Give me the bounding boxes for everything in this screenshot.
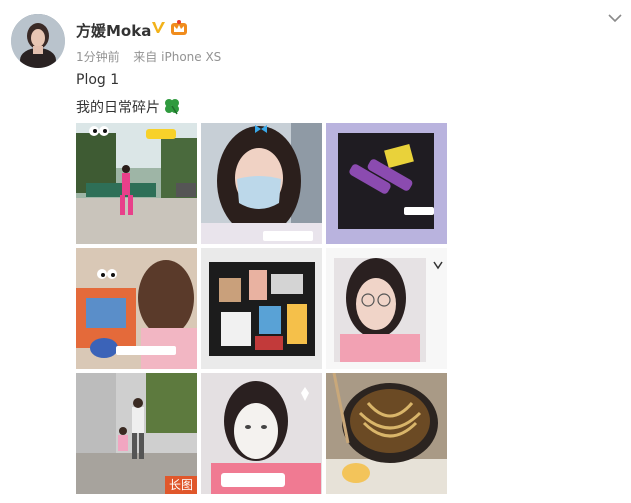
photo-8[interactable] <box>201 373 322 494</box>
source-prefix: 来自 <box>133 50 158 64</box>
four-leaf-clover-icon <box>165 99 179 115</box>
photo-noodles <box>326 373 447 494</box>
post-text-body: 我的日常碎片 <box>76 97 181 117</box>
photo-4[interactable] <box>76 248 197 369</box>
photo-portrait-glasses <box>326 248 447 369</box>
post-text-title: Plog 1 <box>76 72 120 88</box>
username[interactable]: 方媛Moka <box>76 20 151 41</box>
photo-3[interactable] <box>326 123 447 244</box>
photo-2[interactable] <box>201 123 322 244</box>
photo-street-image <box>76 123 197 244</box>
photo-6[interactable] <box>326 248 447 369</box>
photo-face-mask <box>201 373 322 494</box>
photo-girl-with-toys <box>76 248 197 369</box>
verified-v-icon <box>152 22 165 33</box>
chevron-down-icon[interactable] <box>607 12 623 24</box>
photo-grid: 长图 <box>76 123 448 503</box>
avatar-photo <box>11 14 65 68</box>
photo-5[interactable] <box>201 248 322 369</box>
post-text-line: 我的日常碎片 <box>76 100 160 116</box>
photo-7[interactable]: 长图 <box>76 373 197 494</box>
photo-1[interactable] <box>76 123 197 244</box>
photo-9[interactable] <box>326 373 447 494</box>
photo-mask-selfie <box>201 123 322 244</box>
post-time[interactable]: 1分钟前 <box>76 50 120 64</box>
avatar[interactable] <box>11 14 65 68</box>
post-source[interactable]: iPhone XS <box>161 50 221 64</box>
photo-dumbbells <box>326 123 447 244</box>
long-image-tag: 长图 <box>164 476 197 494</box>
crown-member-icon[interactable] <box>170 19 188 36</box>
photo-suitcase <box>201 248 322 369</box>
post-meta: 1分钟前 来自 iPhone XS <box>76 48 221 65</box>
